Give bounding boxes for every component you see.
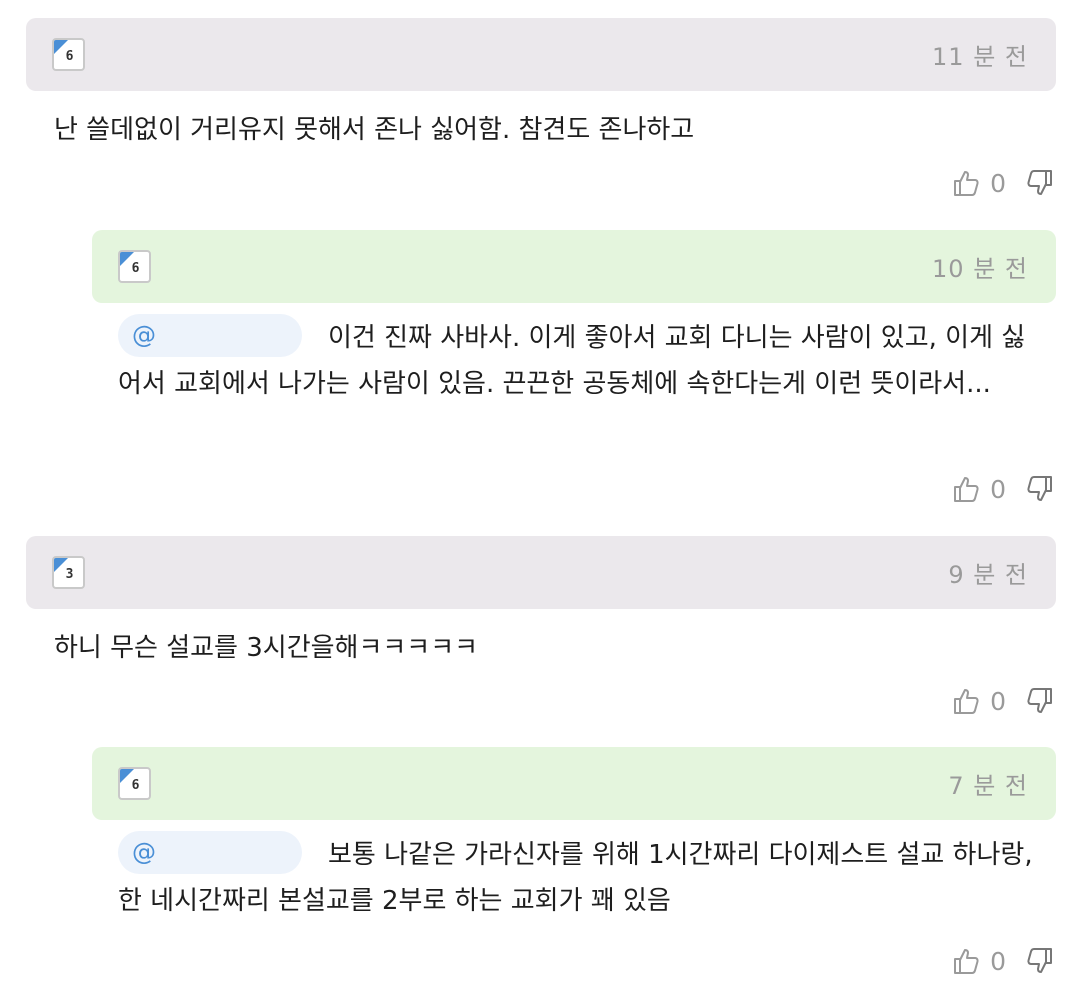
dislike-button[interactable]	[1024, 686, 1054, 716]
thumbs-up-icon	[954, 949, 979, 974]
comment-time: 10 분 전	[932, 255, 1028, 283]
like-count: 0	[990, 168, 1006, 198]
comment-text: 난 쓸데없이 거리유지 못해서 존나 싫어함. 참견도 존나하고	[54, 115, 695, 145]
thumbs-up-icon	[954, 477, 979, 502]
level-badge-icon: 6	[118, 767, 151, 800]
vote-actions: 0	[952, 474, 1054, 504]
comment-header: 6 11 분 전	[26, 18, 1056, 91]
comment-header: 6 10 분 전	[92, 230, 1056, 303]
comment-time: 9 분 전	[948, 561, 1028, 589]
like-button[interactable]: 0	[952, 168, 1006, 198]
reply-comment: 6 10 분 전 @ 이건 진짜 사바사. 이게 좋아서 교회 다니는 사람이 있…	[92, 230, 1056, 407]
mention-chip[interactable]: @	[118, 314, 302, 357]
thumbs-up-icon	[954, 689, 979, 714]
vote-actions: 0	[952, 686, 1054, 716]
vote-actions: 0	[952, 946, 1054, 976]
dislike-button[interactable]	[1024, 168, 1054, 198]
thumbs-down-icon	[1027, 688, 1052, 713]
comment-header: 3 9 분 전	[26, 536, 1056, 609]
comment: 3 9 분 전 하니 무슨 설교를 3시간을해ㅋㅋㅋㅋㅋ	[26, 536, 1056, 671]
level-badge-icon: 3	[52, 556, 85, 589]
level-badge-icon: 6	[52, 38, 85, 71]
thumbs-down-icon	[1027, 948, 1052, 973]
dislike-button[interactable]	[1024, 946, 1054, 976]
comment-text: @ 이건 진짜 사바사. 이게 좋아서 교회 다니는 사람이 있고, 이게 싫어서…	[92, 314, 1056, 407]
thumbs-up-icon	[954, 171, 979, 196]
comment-time: 11 분 전	[932, 43, 1028, 71]
comment: 6 11 분 전 난 쓸데없이 거리유지 못해서 존나 싫어함. 참견도 존나하…	[26, 18, 1056, 153]
comment-time: 7 분 전	[948, 772, 1028, 800]
thumbs-down-icon	[1027, 476, 1052, 501]
reply-comment: 6 7 분 전 @ 보통 나같은 가라신자를 위해 1시간짜리 다이제스트 설교 …	[92, 747, 1056, 924]
like-count: 0	[990, 474, 1006, 504]
thumbs-down-icon	[1027, 170, 1052, 195]
comment-header: 6 7 분 전	[92, 747, 1056, 820]
mention-chip[interactable]: @	[118, 831, 302, 874]
comment-text: @ 보통 나같은 가라신자를 위해 1시간짜리 다이제스트 설교 하나랑, 한 네…	[92, 831, 1056, 924]
dislike-button[interactable]	[1024, 474, 1054, 504]
level-badge-icon: 6	[118, 250, 151, 283]
like-button[interactable]: 0	[952, 474, 1006, 504]
like-button[interactable]: 0	[952, 946, 1006, 976]
comment-text: 하니 무슨 설교를 3시간을해ㅋㅋㅋㅋㅋ	[54, 633, 479, 663]
like-button[interactable]: 0	[952, 686, 1006, 716]
like-count: 0	[990, 686, 1006, 716]
like-count: 0	[990, 946, 1006, 976]
vote-actions: 0	[952, 168, 1054, 198]
